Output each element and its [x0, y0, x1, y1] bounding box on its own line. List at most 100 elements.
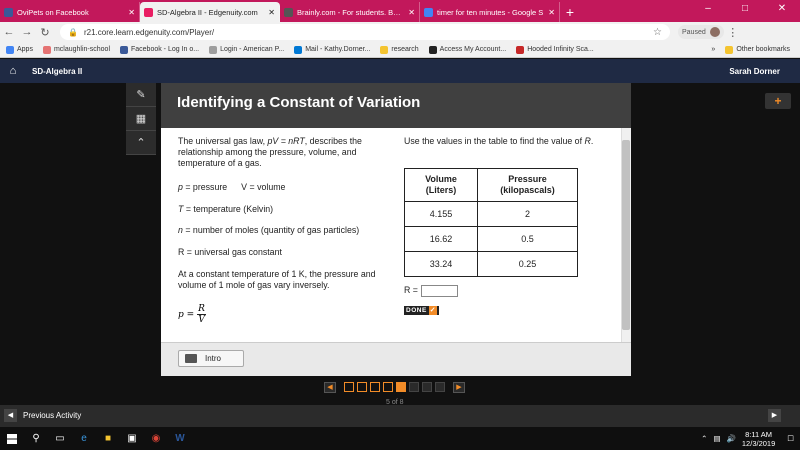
page-dot[interactable] — [357, 382, 367, 392]
forward-icon[interactable]: → — [18, 26, 36, 38]
table-row: 4.155 2 — [404, 201, 578, 227]
gas-law-intro: The universal gas law, pV = nRT, describ… — [178, 136, 393, 169]
browser-tab[interactable]: timer for ten minutes - Google S ✕ — [420, 2, 560, 22]
tab-favicon-icon — [284, 7, 293, 17]
notifications-icon[interactable]: ☐ — [787, 434, 794, 443]
browser-tab[interactable]: OviPets on Facebook ✕ — [0, 2, 140, 22]
answer-input[interactable] — [421, 285, 458, 297]
more-bookmarks-button[interactable]: » — [711, 46, 715, 53]
bookmark-item[interactable]: Login - American P... — [209, 45, 284, 54]
url-text: r21.core.learn.edgenuity.com/Player/ — [83, 27, 215, 37]
previous-activity-button[interactable]: ◀ Previous Activity — [4, 409, 81, 422]
bookmark-label: mclaughlin-school — [53, 46, 110, 53]
chrome-icon[interactable]: ◉ — [144, 427, 168, 450]
scrollbar-thumb[interactable] — [622, 140, 630, 330]
n-definition: = number of moles (quantity of gas parti… — [182, 225, 360, 235]
new-tab-button[interactable]: + — [560, 2, 580, 22]
bookmark-item[interactable]: mclaughlin-school — [42, 45, 110, 54]
volume-cell: 4.155 — [404, 201, 478, 227]
search-icon[interactable]: ⚲ — [24, 427, 48, 450]
bookmark-item[interactable]: Hooded Infinity Sca... — [516, 45, 594, 54]
browser-tab[interactable]: Brainly.com - For students. By st ✕ — [280, 2, 420, 22]
url-input[interactable]: 🔒 r21.core.learn.edgenuity.com/Player/ ☆ — [60, 24, 670, 40]
page-navigator: ◀ ▶ — [324, 381, 465, 393]
formula-numerator: R — [197, 304, 206, 315]
tab-title: timer for ten minutes - Google S — [437, 7, 544, 17]
next-activity-button[interactable]: ▶ — [768, 409, 781, 422]
gas-law-equation: pV = nRT — [267, 136, 305, 146]
folder-icon — [725, 45, 734, 54]
pressure-cell: 0.5 — [477, 226, 578, 252]
system-tray: ⌃ ▤ 🔊 8:11 AM 12/3/2019 ☐ — [701, 430, 800, 448]
bookmark-item[interactable]: Apps — [6, 45, 33, 54]
previous-page-button[interactable]: ◀ — [324, 381, 336, 393]
close-window-button[interactable]: ✕ — [764, 0, 800, 20]
maximize-button[interactable]: □ — [727, 0, 763, 20]
constant-temperature-text: At a constant temperature of 1 K, the pr… — [178, 269, 376, 290]
volume-icon[interactable]: 🔊 — [727, 434, 736, 443]
table-row: 16.62 0.5 — [404, 226, 578, 252]
bookmark-favicon-icon — [42, 45, 51, 54]
bookmark-item[interactable]: Access My Account... — [428, 45, 506, 54]
chevron-up-icon[interactable]: ⌃ — [701, 434, 707, 443]
close-tab-icon[interactable]: ✕ — [548, 8, 555, 17]
windows-taskbar: ⚲ ▭ e ■ ▣ ◉ W ⌃ ▤ 🔊 8:11 AM 12/3/2019 ☐ — [0, 427, 800, 450]
pencil-icon[interactable]: ✎ — [126, 83, 156, 107]
bookmark-favicon-icon — [516, 45, 525, 54]
edge-icon[interactable]: e — [72, 427, 96, 450]
calculator-icon[interactable]: ▦ — [126, 107, 156, 131]
next-page-button[interactable]: ▶ — [453, 381, 465, 393]
intro-button[interactable]: Intro — [178, 350, 244, 367]
expand-plus-button[interactable]: + — [765, 93, 791, 109]
r-definition: = universal gas constant — [184, 247, 282, 257]
page-dot[interactable] — [435, 382, 445, 392]
page-dot[interactable] — [409, 382, 419, 392]
avatar — [709, 27, 720, 37]
left-arrow-icon: ◀ — [4, 409, 17, 422]
lock-icon: 🔒 — [68, 27, 78, 37]
windows-start-icon[interactable] — [0, 427, 24, 450]
profile-paused-button[interactable]: Paused — [678, 25, 724, 39]
file-explorer-icon[interactable]: ■ — [96, 427, 120, 450]
tab-favicon-icon — [144, 7, 153, 17]
reload-icon[interactable]: ↻ — [36, 26, 54, 39]
t-definition: = temperature (Kelvin) — [183, 204, 274, 214]
previous-activity-label: Previous Activity — [23, 411, 82, 420]
menu-icon[interactable]: ⋮ — [724, 26, 742, 39]
close-tab-icon[interactable]: ✕ — [128, 8, 135, 17]
volume-cell: 16.62 — [404, 226, 478, 252]
word-icon[interactable]: W — [168, 427, 192, 450]
bookmark-item[interactable]: Facebook - Log In o... — [120, 45, 200, 54]
user-name[interactable]: Sarah Dorner — [729, 67, 780, 76]
tab-favicon-icon — [4, 7, 13, 17]
formula-lhs: p = — [178, 309, 195, 320]
formula-icon[interactable]: ⌃ — [126, 131, 156, 155]
store-icon[interactable]: ▣ — [120, 427, 144, 450]
bookmark-item[interactable]: Mail - Kathy.Dorner... — [294, 45, 370, 54]
bookmark-item[interactable]: research — [380, 45, 419, 54]
close-tab-icon[interactable]: ✕ — [408, 8, 415, 17]
clock[interactable]: 8:11 AM 12/3/2019 — [742, 430, 775, 448]
browser-tab[interactable]: SD-Algebra II - Edgenuity.com ✕ — [140, 2, 280, 22]
page-dot[interactable] — [383, 382, 393, 392]
bookmark-favicon-icon — [120, 45, 128, 54]
network-icon[interactable]: ▤ — [713, 434, 720, 443]
other-bookmarks-folder[interactable]: Other bookmarks — [725, 45, 790, 54]
bookmark-star-icon[interactable]: ☆ — [653, 27, 662, 38]
close-tab-icon[interactable]: ✕ — [268, 8, 275, 17]
table-row: 33.24 0.25 — [404, 251, 578, 277]
bookmark-label: Facebook - Log In o... — [131, 46, 200, 53]
bookmark-favicon-icon — [6, 45, 14, 54]
page-dot[interactable] — [370, 382, 380, 392]
back-icon[interactable]: ← — [0, 26, 18, 38]
p-definition: = pressure — [182, 182, 228, 192]
task-view-icon[interactable]: ▭ — [48, 427, 72, 450]
bookmark-favicon-icon — [294, 45, 303, 54]
clock-date: 12/3/2019 — [741, 438, 776, 448]
minimize-button[interactable]: – — [690, 0, 726, 20]
page-dot[interactable] — [422, 382, 432, 392]
home-icon[interactable]: ⌂ — [0, 65, 26, 77]
page-dot[interactable] — [396, 382, 406, 392]
done-button[interactable]: DONE ✓ — [404, 306, 440, 315]
page-dot[interactable] — [344, 382, 354, 392]
